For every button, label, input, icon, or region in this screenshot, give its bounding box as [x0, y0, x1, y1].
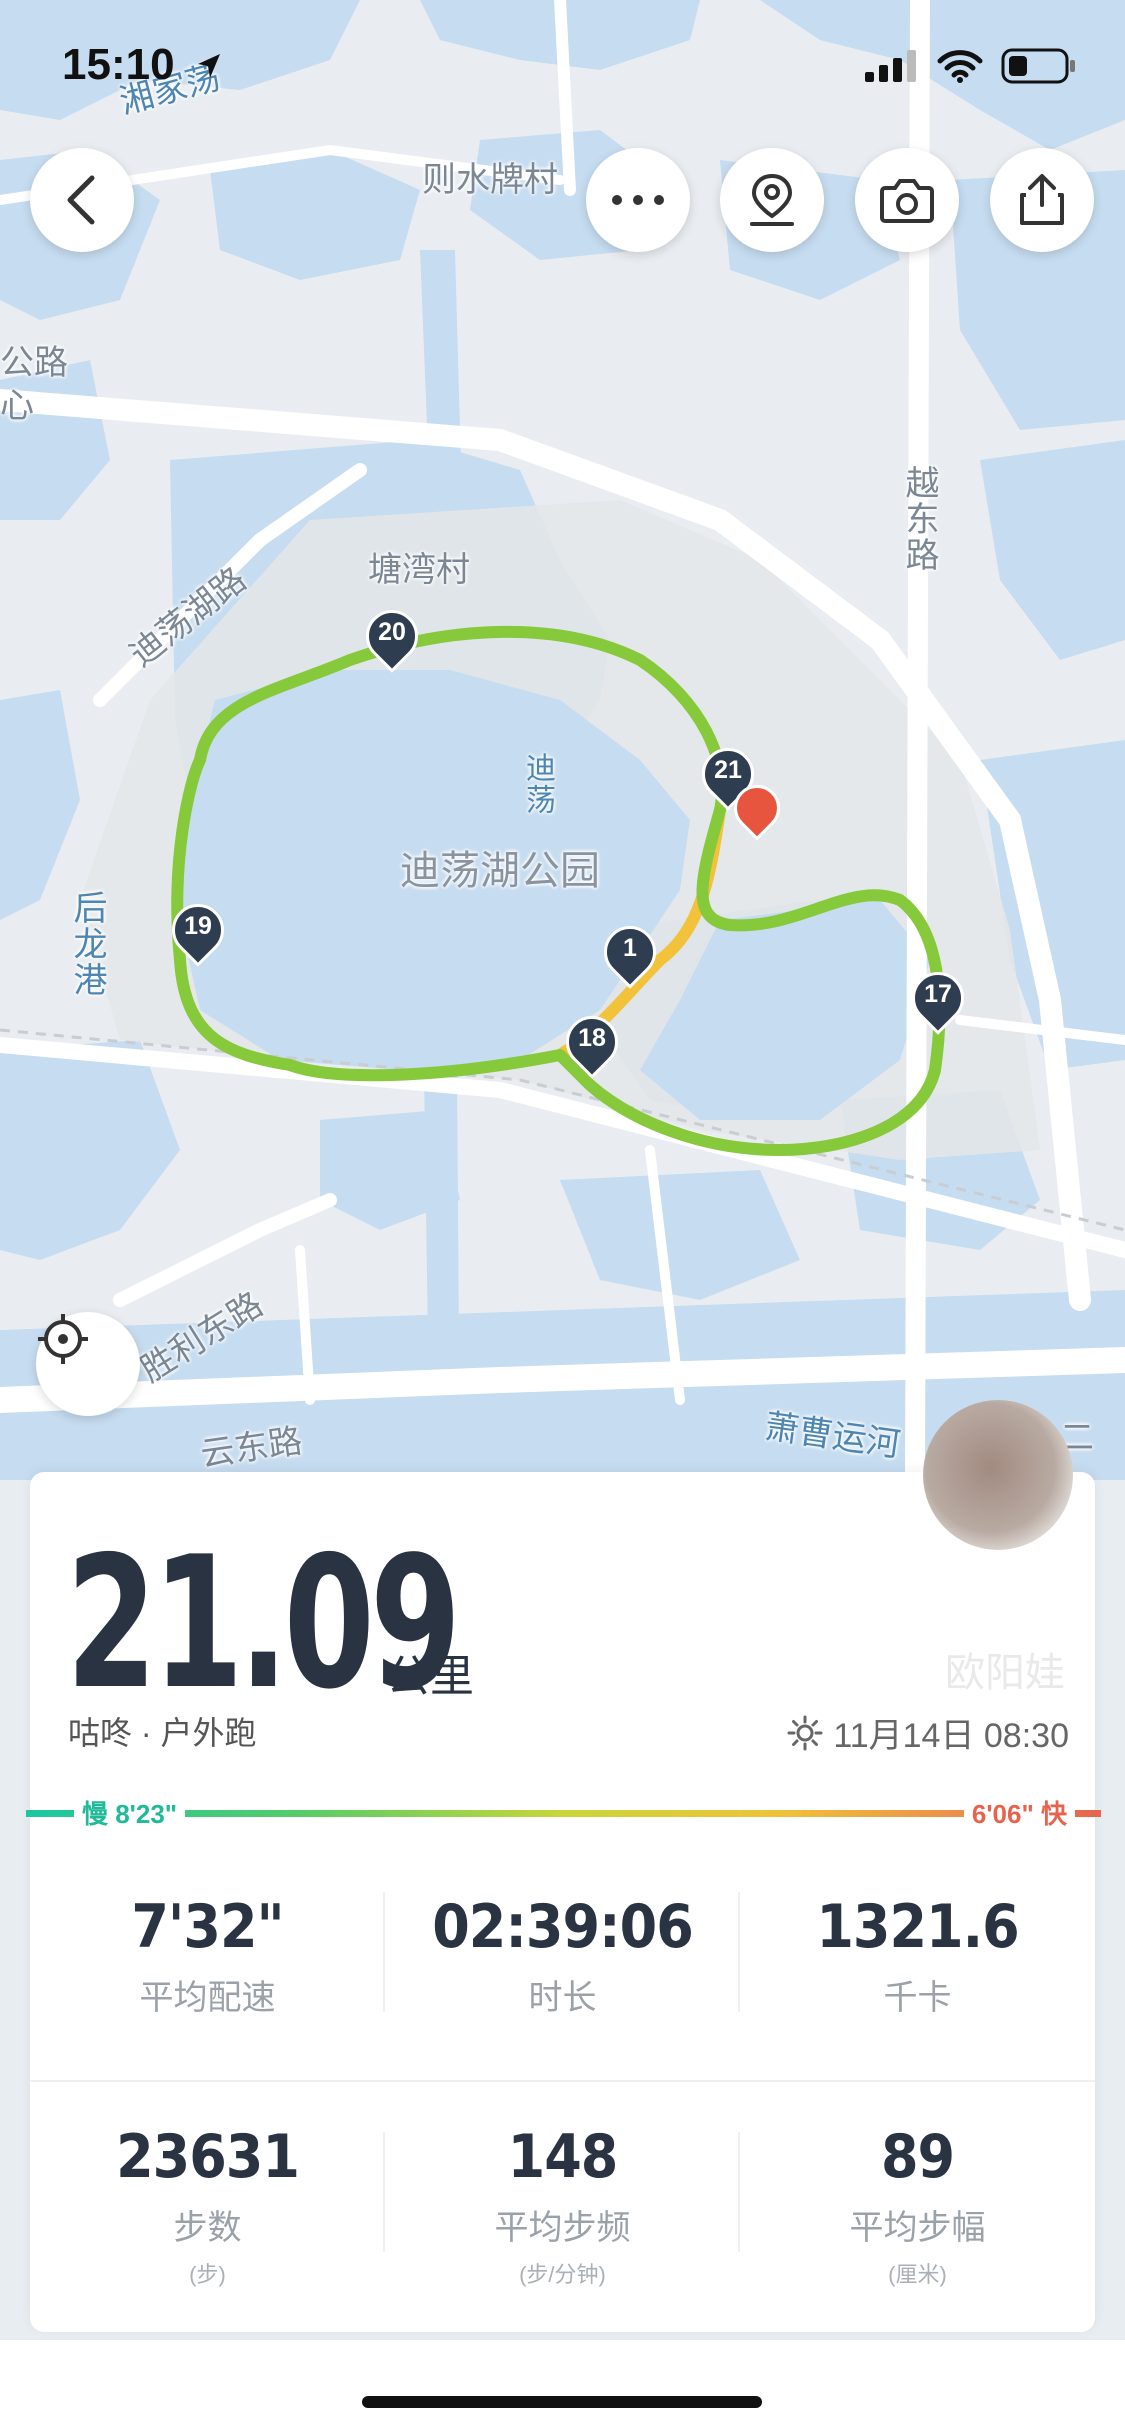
bottom-sheet-extension — [0, 2340, 1125, 2436]
divider — [738, 1892, 740, 2012]
location-arrow-icon — [198, 54, 220, 78]
datetime-text: 11月14日 08:30 — [833, 1717, 1069, 1755]
more-dots-icon — [612, 195, 664, 205]
park-label: 迪荡湖公园 — [400, 849, 600, 893]
stat-cadence: 148 平均步频 (步/分钟) — [385, 2122, 740, 2289]
share-icon — [1020, 174, 1064, 225]
status-time: 15:10 — [62, 40, 175, 89]
username: 欧阳娃 — [945, 1651, 1065, 1695]
stat-steps: 23631 步数 (步) — [30, 2122, 385, 2289]
pace-slow-label: 慢 8'23" — [74, 1794, 186, 1831]
locate-button[interactable] — [36, 1312, 140, 1416]
activity-datetime: 11月14日 08:30 — [787, 1708, 1069, 1757]
chevron-left-icon — [67, 175, 95, 225]
pace-gradient-bar — [26, 1802, 1101, 1822]
activity-source: 咕咚 · 户外跑 — [68, 1715, 257, 1751]
stat-unit: (厘米) — [888, 2262, 947, 2287]
map-label: 迪荡 — [521, 752, 554, 816]
avatar[interactable] — [923, 1400, 1073, 1550]
divider — [383, 1892, 385, 2012]
stat-avg-pace: 7'32" 平均配速 — [30, 1892, 385, 2019]
home-indicator[interactable] — [362, 2396, 762, 2408]
map-label: 塘湾村 — [368, 551, 470, 589]
stat-value: 1321.6 — [816, 1892, 1019, 1962]
map-label: 公路 — [0, 344, 68, 382]
km-marker[interactable]: 19 — [161, 893, 235, 974]
back-button[interactable] — [30, 148, 134, 252]
divider — [30, 2080, 1095, 2082]
map-label: 心 — [0, 387, 34, 425]
stat-stride: 89 平均步幅 (厘米) — [740, 2122, 1095, 2289]
map-view[interactable]: 湘家荡 则水牌村 公路 心 越东路 塘湾村 迪荡湖路 迪荡 迪荡湖公园 后龙港 … — [0, 0, 1125, 1480]
km-marker[interactable]: 18 — [555, 1005, 629, 1086]
km-marker[interactable]: 20 — [355, 599, 429, 680]
more-button[interactable] — [586, 148, 690, 252]
stat-value: 7'32" — [131, 1892, 284, 1962]
stat-label: 千卡 — [883, 1979, 952, 2017]
stat-label: 时长 — [528, 1979, 597, 2017]
distance-unit: 公里 — [386, 1652, 474, 1701]
share-button[interactable] — [990, 148, 1094, 252]
end-pin-icon[interactable] — [724, 775, 790, 855]
status-bar: 15:10 — [0, 0, 1125, 135]
stat-calories: 1321.6 千卡 — [740, 1892, 1095, 2019]
camera-button[interactable] — [855, 148, 959, 252]
summary-card: 21.09 公里 欧阳娃 咕咚 · 户外跑 11月14日 08:30 慢 8'2… — [26, 1400, 1101, 2332]
stat-label: 步数 — [173, 2209, 242, 2247]
map-label: 则水牌村 — [422, 161, 558, 199]
stat-value: 148 — [507, 2122, 619, 2192]
km-marker[interactable]: 1 — [593, 915, 667, 996]
divider — [383, 2132, 385, 2252]
sun-icon — [787, 1715, 823, 1750]
map-canvas — [0, 0, 1125, 1480]
stat-value: 23631 — [116, 2122, 300, 2192]
map-label: 后龙港 — [68, 890, 106, 998]
stat-unit: (步) — [189, 2262, 226, 2287]
divider — [738, 2132, 740, 2252]
stat-label: 平均步频 — [494, 2209, 631, 2247]
camera-icon — [880, 179, 934, 223]
battery-icon — [1001, 48, 1075, 84]
stat-label: 平均配速 — [139, 1979, 276, 2017]
map-label: 越东路 — [900, 465, 938, 573]
signal-icon — [865, 50, 916, 82]
km-marker[interactable]: 17 — [901, 961, 975, 1042]
stat-value: 89 — [880, 2122, 955, 2192]
crosshair-icon — [38, 1314, 88, 1364]
wifi-icon — [937, 50, 983, 83]
stat-label: 平均步幅 — [849, 2209, 986, 2247]
location-button[interactable] — [720, 148, 824, 252]
stat-duration: 02:39:06 时长 — [385, 1892, 740, 2019]
stat-value: 02:39:06 — [432, 1892, 694, 1962]
stat-unit: (步/分钟) — [519, 2262, 606, 2287]
map-pin-icon — [750, 173, 794, 226]
pace-fast-label: 6'06" 快 — [963, 1794, 1075, 1831]
